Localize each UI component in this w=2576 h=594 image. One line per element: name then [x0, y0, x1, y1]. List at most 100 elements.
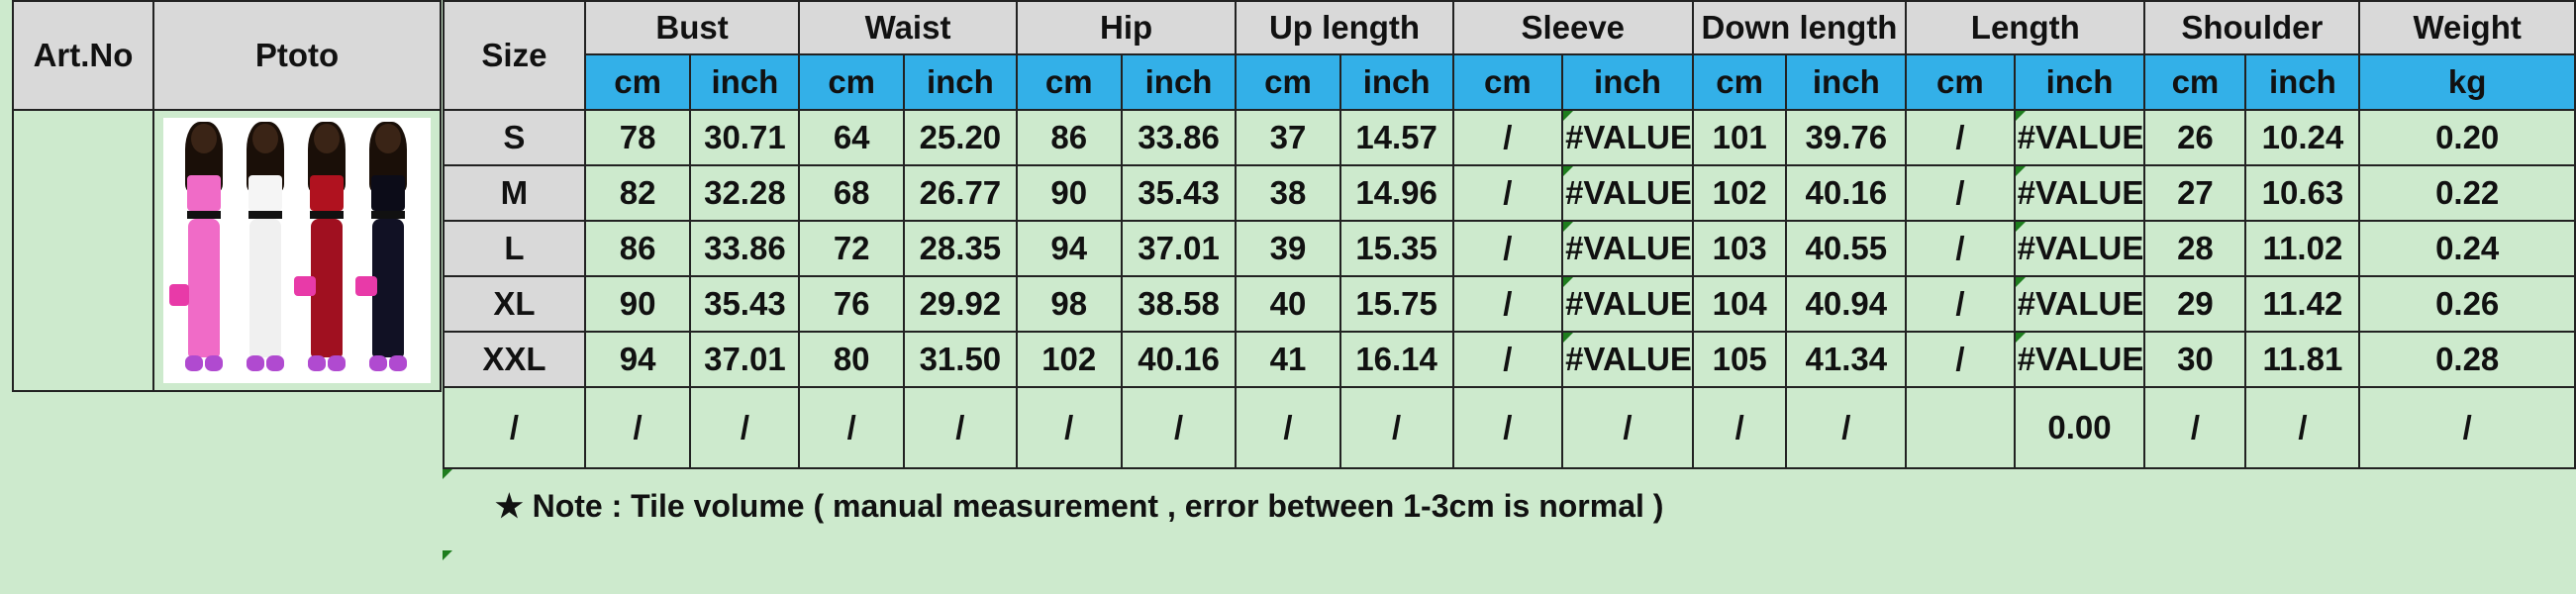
unit-header: inch — [903, 53, 1018, 111]
table-cell: 90 — [1015, 164, 1123, 222]
table-cell: 32.28 — [689, 164, 801, 222]
table-cell: 41 — [1235, 331, 1341, 388]
table-cell: / — [1451, 386, 1564, 469]
table-cell: / — [1015, 386, 1123, 469]
table-cell: / — [2244, 386, 2361, 469]
column-group-header: Down length — [1691, 0, 1908, 55]
size-label: XL — [443, 275, 586, 333]
table-cell: 35.43 — [689, 275, 801, 333]
table-row: XL 90 35.43 76 29.92 98 38.58 40 15.75/#VALUE 104… — [443, 275, 2576, 333]
error-cell: #VALUE — [1561, 220, 1694, 277]
cell-value: #VALUE — [2017, 341, 2144, 377]
model-shoe — [328, 355, 346, 371]
error-cell: #VALUE — [1561, 164, 1694, 222]
error-cell: #VALUE — [1561, 331, 1694, 388]
table-cell: 0.00 — [2013, 386, 2146, 469]
art-no-cell — [12, 109, 154, 392]
unit-header: cm — [1015, 53, 1123, 111]
column-group-header: Sleeve — [1451, 0, 1694, 55]
model-waistband — [310, 211, 344, 219]
table-row: / / / / / / / / / / / //0.00// / — [443, 386, 2576, 469]
unit-header: cm — [2143, 53, 2247, 111]
table-cell: 30 — [2143, 331, 2247, 388]
unit-header: inch — [689, 53, 801, 111]
model-top — [248, 175, 282, 211]
error-cell: #VALUE — [2013, 109, 2146, 166]
table-cell: 33.86 — [1120, 109, 1238, 166]
table-cell: 38 — [1235, 164, 1341, 222]
table-cell: / — [1785, 386, 1908, 469]
unit-header: cm — [1691, 53, 1788, 111]
table-cell: 14.96 — [1338, 164, 1454, 222]
table-cell: 41.34 — [1785, 331, 1908, 388]
table-cell: 28 — [2143, 220, 2247, 277]
error-marker — [2016, 278, 2026, 287]
table-cell: 82 — [583, 164, 692, 222]
table-cell: 37 — [1235, 109, 1341, 166]
table-cell: 40.94 — [1785, 275, 1908, 333]
model-shoe — [247, 355, 264, 371]
table-cell: / — [1235, 386, 1341, 469]
model-head — [252, 124, 278, 153]
model-leggings — [188, 219, 220, 357]
error-cell: #VALUE — [2013, 220, 2146, 277]
cell-value: #VALUE — [2017, 285, 2144, 322]
table-cell: 101 — [1691, 109, 1788, 166]
table-cell: 86 — [1015, 109, 1123, 166]
column-group-header: Waist — [798, 0, 1018, 55]
model-leggings — [249, 219, 281, 357]
size-header: Size — [443, 0, 586, 111]
table-cell: / — [1905, 109, 2016, 166]
unit-header: inch — [1561, 53, 1694, 111]
table-row: XXL 94 37.01 80 31.50 102 40.16 41 16.14/#VALUE 1… — [443, 331, 2576, 388]
model-waistband — [248, 211, 282, 219]
table-cell: 72 — [798, 220, 905, 277]
table-cell: / — [798, 386, 905, 469]
error-cell: #VALUE — [1561, 275, 1694, 333]
unit-header: cm — [1905, 53, 2016, 111]
error-marker — [443, 550, 452, 560]
column-group-header: Length — [1905, 0, 2146, 55]
handbag — [294, 276, 316, 296]
unit-header: cm — [583, 53, 692, 111]
model-shoe — [369, 355, 387, 371]
model-waistband — [371, 211, 405, 219]
table-cell: 33.86 — [689, 220, 801, 277]
table-cell: / — [1338, 386, 1454, 469]
table-cell: 30.71 — [689, 109, 801, 166]
model-shoe — [266, 355, 284, 371]
table-cell: / — [1120, 386, 1238, 469]
error-marker — [1564, 278, 1574, 287]
table-cell: 29.92 — [903, 275, 1018, 333]
model-top — [187, 175, 221, 211]
table-cell: 94 — [583, 331, 692, 388]
unit-header: cm — [1235, 53, 1341, 111]
unit-header: inch — [2244, 53, 2361, 111]
table-cell: 68 — [798, 164, 905, 222]
table-cell: / — [1691, 386, 1788, 469]
unit-header: inch — [1785, 53, 1908, 111]
table-cell: / — [1905, 220, 2016, 277]
table-cell — [1905, 386, 2016, 469]
error-marker — [1564, 334, 1574, 343]
table-cell: / — [903, 386, 1018, 469]
table-cell: / — [1451, 331, 1564, 388]
model-shoe — [185, 355, 203, 371]
unit-header: cm — [1451, 53, 1564, 111]
table-cell: 26 — [2143, 109, 2247, 166]
cell-value: #VALUE — [1565, 341, 1692, 377]
table-cell: 102 — [1691, 164, 1788, 222]
model-top — [371, 175, 405, 211]
table-cell: / — [1451, 164, 1564, 222]
handbag — [169, 284, 189, 306]
model-shoe — [308, 355, 326, 371]
handbag — [355, 276, 377, 296]
table-cell: 11.81 — [2244, 331, 2361, 388]
table-cell: 0.28 — [2358, 331, 2576, 388]
table-cell: 78 — [583, 109, 692, 166]
error-cell: #VALUE — [2013, 275, 2146, 333]
table-cell: / — [1451, 275, 1564, 333]
table-cell: 0.20 — [2358, 109, 2576, 166]
product-photo — [163, 118, 431, 383]
error-marker — [2016, 112, 2026, 121]
